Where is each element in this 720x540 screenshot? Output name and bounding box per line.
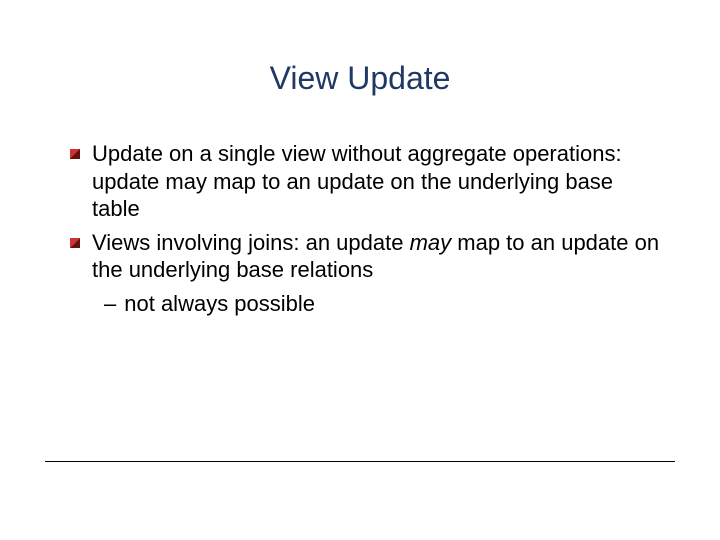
- list-item: Update on a single view without aggregat…: [70, 140, 660, 223]
- footer-divider: [45, 461, 675, 462]
- list-item-text: Views involving joins: an update may map…: [92, 229, 660, 284]
- slide-title: View Update: [0, 60, 720, 97]
- text-italic: may: [410, 230, 452, 255]
- list-subitem-text: not always possible: [124, 290, 315, 318]
- slide: View Update Update on a single view with…: [0, 0, 720, 540]
- list-item: Views involving joins: an update may map…: [70, 229, 660, 284]
- bullet-icon: [70, 238, 80, 248]
- text-prefix: Views involving joins: an update: [92, 230, 410, 255]
- list-subitem: – not always possible: [104, 290, 660, 318]
- dash-bullet: –: [104, 290, 116, 318]
- list-item-text: Update on a single view without aggregat…: [92, 140, 660, 223]
- bullet-icon: [70, 149, 80, 159]
- slide-body: Update on a single view without aggregat…: [70, 140, 660, 317]
